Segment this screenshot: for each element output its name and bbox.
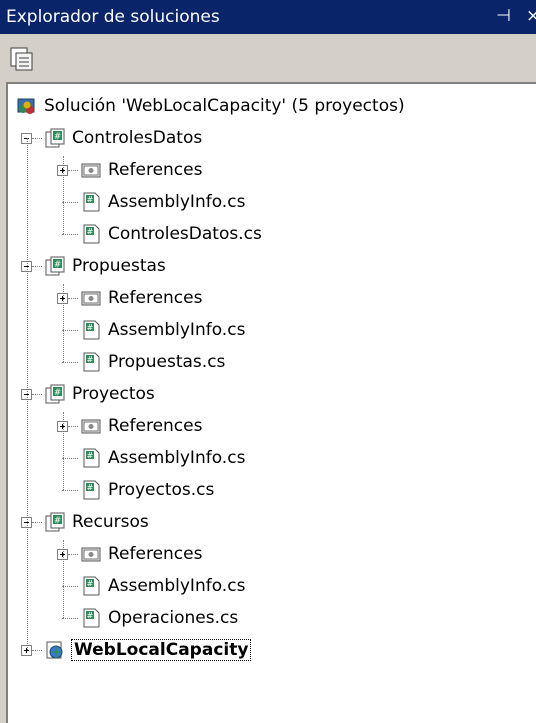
solution-node-label: Solución 'WebLocalCapacity' (5 proyectos… bbox=[44, 96, 405, 116]
references-icon bbox=[81, 291, 101, 306]
solution-tree[interactable]: Solución 'WebLocalCapacity' (5 proyectos… bbox=[6, 82, 536, 723]
references-node-label: References bbox=[108, 160, 203, 180]
csharp-file-icon: # bbox=[83, 320, 100, 340]
svg-text:#: # bbox=[87, 611, 94, 620]
csharp-file-icon: # bbox=[83, 192, 100, 212]
csharp-file-icon: # bbox=[83, 576, 100, 596]
pin-icon[interactable]: ⊣ bbox=[496, 6, 511, 26]
references-node-label: References bbox=[108, 544, 203, 564]
svg-text:#: # bbox=[87, 227, 94, 236]
panel-title: Explorador de soluciones bbox=[6, 7, 220, 27]
svg-text:#: # bbox=[54, 388, 62, 398]
properties-icon[interactable] bbox=[8, 46, 36, 72]
title-bar: Explorador de soluciones ⊣ × bbox=[0, 0, 536, 34]
project-node-label: Propuestas bbox=[72, 256, 166, 276]
file-node[interactable]: # AssemblyInfo.cs bbox=[8, 316, 528, 346]
file-node[interactable]: # ControlesDatos.cs bbox=[8, 220, 528, 250]
references-node[interactable]: References bbox=[8, 540, 528, 570]
references-node[interactable]: References bbox=[8, 156, 528, 186]
solution-icon bbox=[17, 98, 35, 114]
file-node-label: AssemblyInfo.cs bbox=[108, 576, 246, 596]
file-node-label: Operaciones.cs bbox=[108, 608, 239, 628]
references-node-label: References bbox=[108, 416, 203, 436]
file-node[interactable]: # Propuestas.cs bbox=[8, 348, 528, 378]
file-node-label: AssemblyInfo.cs bbox=[108, 448, 246, 468]
svg-text:#: # bbox=[87, 195, 94, 204]
svg-text:#: # bbox=[87, 323, 94, 332]
project-node-label: Proyectos bbox=[72, 384, 155, 404]
project-node[interactable]: # ControlesDatos bbox=[8, 124, 528, 154]
solution-node[interactable]: Solución 'WebLocalCapacity' (5 proyectos… bbox=[8, 92, 528, 122]
file-node[interactable]: # AssemblyInfo.cs bbox=[8, 188, 528, 218]
svg-text:#: # bbox=[54, 132, 62, 142]
csharp-project-icon: # bbox=[45, 256, 65, 276]
csharp-project-icon: # bbox=[45, 512, 65, 532]
project-node[interactable]: # Proyectos bbox=[8, 380, 528, 410]
references-node[interactable]: References bbox=[8, 412, 528, 442]
csharp-file-icon: # bbox=[83, 608, 100, 628]
references-node-label: References bbox=[108, 288, 203, 308]
file-node-label: AssemblyInfo.cs bbox=[108, 192, 246, 212]
project-node-label: Recursos bbox=[72, 512, 149, 532]
file-node-label: Propuestas.cs bbox=[108, 352, 226, 372]
web-project-icon bbox=[46, 641, 63, 659]
svg-text:#: # bbox=[87, 483, 94, 492]
project-node[interactable]: # Propuestas bbox=[8, 252, 528, 282]
file-node-label: AssemblyInfo.cs bbox=[108, 320, 246, 340]
svg-text:#: # bbox=[87, 579, 94, 588]
web-project-node-label: WebLocalCapacity bbox=[70, 639, 252, 661]
file-node[interactable]: # Proyectos.cs bbox=[8, 476, 528, 506]
project-node-label: ControlesDatos bbox=[72, 128, 203, 148]
svg-text:#: # bbox=[87, 451, 94, 460]
svg-text:#: # bbox=[54, 516, 62, 526]
csharp-file-icon: # bbox=[83, 352, 100, 372]
file-node[interactable]: # AssemblyInfo.cs bbox=[8, 444, 528, 474]
svg-text:#: # bbox=[54, 260, 62, 270]
references-icon bbox=[81, 163, 101, 178]
close-icon[interactable]: × bbox=[526, 6, 536, 26]
csharp-file-icon: # bbox=[83, 448, 100, 468]
svg-text:#: # bbox=[87, 355, 94, 364]
file-node[interactable]: # Operaciones.cs bbox=[8, 604, 528, 634]
web-project-node[interactable]: WebLocalCapacity bbox=[8, 636, 528, 666]
file-node[interactable]: # AssemblyInfo.cs bbox=[8, 572, 528, 602]
csharp-file-icon: # bbox=[83, 224, 100, 244]
csharp-file-icon: # bbox=[83, 480, 100, 500]
references-icon bbox=[81, 547, 101, 562]
file-node-label: Proyectos.cs bbox=[108, 480, 215, 500]
references-icon bbox=[81, 419, 101, 434]
csharp-project-icon: # bbox=[45, 384, 65, 404]
project-node[interactable]: # Recursos bbox=[8, 508, 528, 538]
toolbar bbox=[0, 34, 536, 82]
csharp-project-icon: # bbox=[45, 128, 65, 148]
references-node[interactable]: References bbox=[8, 284, 528, 314]
file-node-label: ControlesDatos.cs bbox=[108, 224, 262, 244]
